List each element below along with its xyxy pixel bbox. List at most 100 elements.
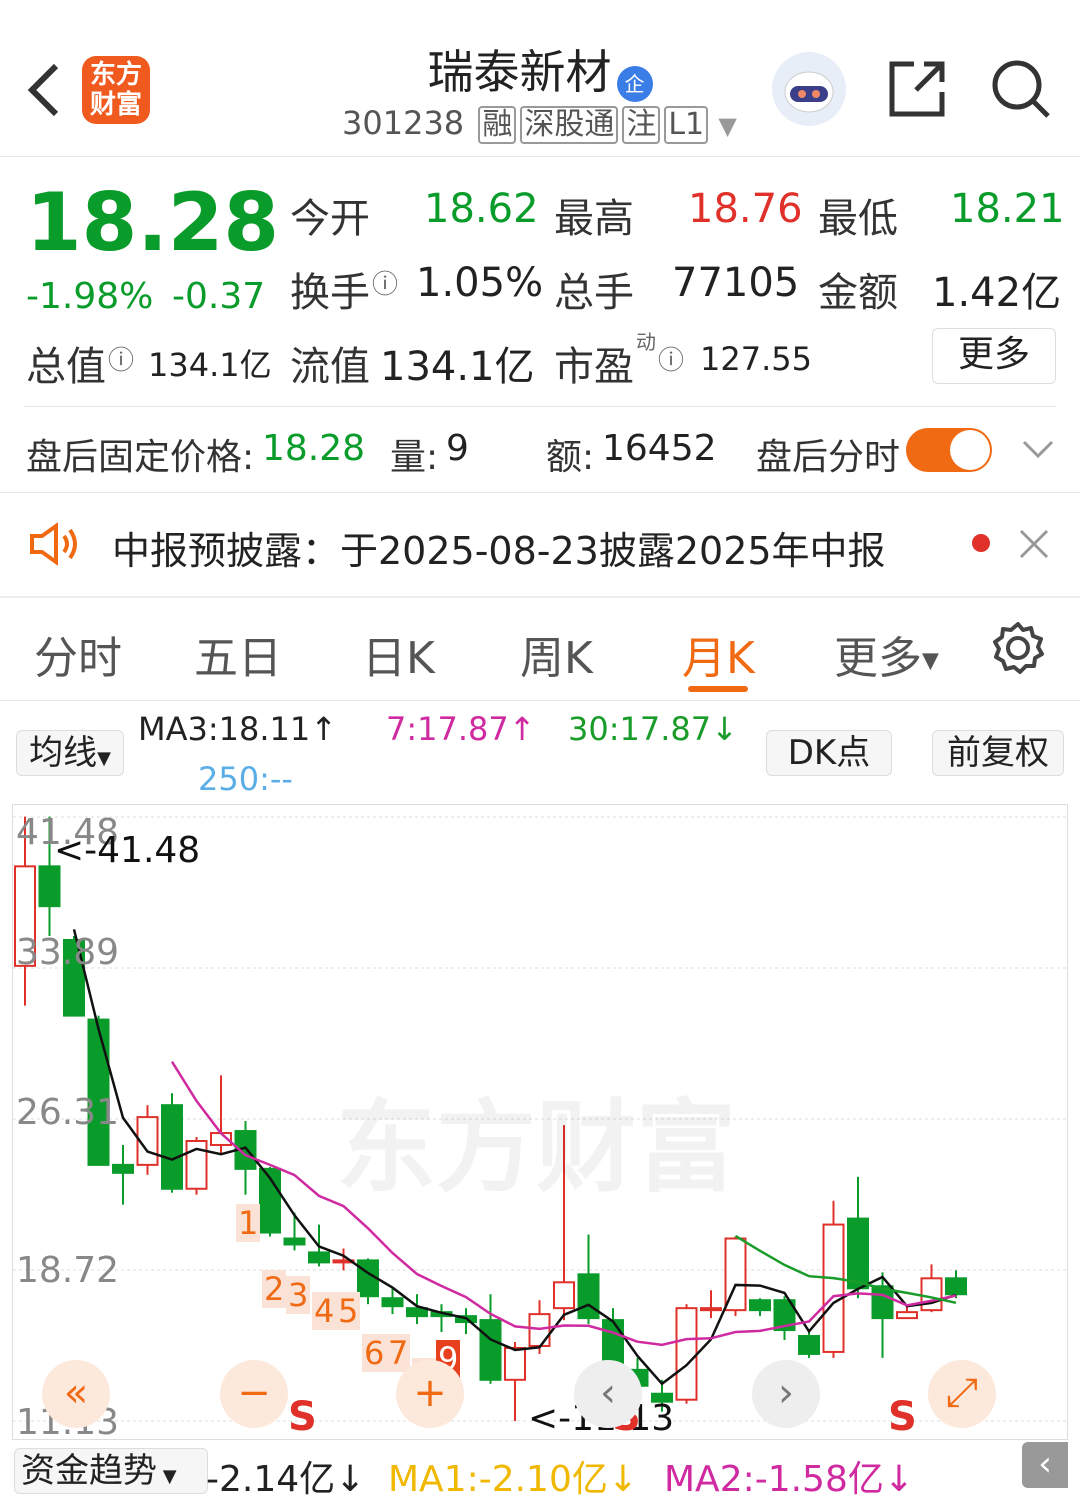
pe-label: 市盈: [554, 344, 634, 390]
search-icon[interactable]: [990, 58, 1052, 120]
candle: [112, 1144, 134, 1205]
turnover-label: 换手: [290, 270, 370, 316]
amount-value: 1.42亿: [932, 270, 1062, 316]
candle: [504, 1341, 526, 1421]
after-hours-price: 18.28: [262, 428, 366, 469]
candle: [724, 1236, 747, 1317]
fund-ma2: MA2:-1.58亿↓: [664, 1459, 915, 1500]
avg-line-selector[interactable]: 均线▼: [16, 730, 124, 776]
candle: [749, 1298, 771, 1317]
tag-margin: 融: [478, 106, 517, 144]
tab-weekly-k[interactable]: 周K: [520, 622, 593, 686]
gear-icon[interactable]: [990, 620, 1046, 676]
fund-ma1: MA1:-2.10亿↓: [388, 1459, 639, 1500]
fund-trend-value: -2.14亿↓: [206, 1459, 366, 1500]
tab-monthly-k[interactable]: 月K: [682, 622, 755, 686]
divider: [0, 596, 1080, 598]
dropdown-triangle-icon: ▼: [718, 112, 737, 140]
candle: [700, 1290, 722, 1319]
candle: [798, 1332, 820, 1358]
candle: [283, 1212, 306, 1251]
info-icon[interactable]: ⓘ: [108, 340, 134, 377]
expand-icon[interactable]: ⤢: [928, 1360, 996, 1428]
divider: [0, 700, 1080, 701]
stock-name: 瑞泰新材: [427, 45, 612, 99]
open-label: 今开: [290, 196, 370, 242]
high-value: 18.76: [688, 186, 803, 232]
chevron-right-icon[interactable]: ›: [752, 1360, 820, 1428]
enterprise-badge: 企: [616, 65, 653, 102]
high-label: 最高: [554, 196, 634, 242]
candle: [185, 1137, 208, 1195]
share-icon[interactable]: [886, 58, 948, 120]
chevron-left-icon[interactable]: ‹: [574, 1360, 642, 1428]
sell-signal: S: [288, 1394, 317, 1440]
after-hours-amt-label: 额:: [546, 437, 595, 478]
speaker-icon: [28, 522, 84, 566]
mktcap-label: 总值: [26, 344, 106, 390]
signal-badge: 2: [262, 1270, 287, 1308]
tag-connect: 深股通: [520, 106, 619, 144]
float-value: 134.1亿: [380, 344, 535, 390]
turnover-value: 1.05%: [416, 260, 544, 306]
low-label: 最低: [818, 196, 898, 242]
tab-more[interactable]: 更多▼: [834, 622, 939, 686]
ma7-value: 7:17.87↑: [386, 710, 536, 748]
candle: [945, 1270, 967, 1299]
pe-value: 127.55: [700, 340, 812, 378]
signal-badge: 1: [236, 1204, 261, 1242]
stock-code: 301238: [342, 104, 465, 142]
adjust-button[interactable]: 前复权: [932, 730, 1064, 776]
ma250-value: 250:--: [198, 760, 293, 798]
collapse-panel-icon[interactable]: ‹: [1022, 1442, 1068, 1488]
y-tick-label: 18.72: [16, 1250, 120, 1291]
after-hours-vol: 9: [446, 428, 469, 469]
y-tick-label: 26.31: [16, 1092, 120, 1133]
notice-text[interactable]: 中报预披露：于2025-08-23披露2025年中报: [112, 520, 886, 575]
more-button[interactable]: 更多: [932, 328, 1056, 384]
ma30-value: 30:17.87↓: [568, 710, 738, 748]
change-value: -0.37: [172, 276, 266, 317]
fund-trend-selector[interactable]: 资金趋势 ▼: [14, 1448, 208, 1494]
ma3-value: MA3:18.11↑: [138, 710, 338, 748]
mktcap-value: 134.1亿: [148, 346, 272, 384]
y-tick-label: 33.89: [16, 932, 120, 973]
tag-registered: 注: [622, 106, 661, 144]
pe-superscript: 动: [636, 330, 656, 354]
candle: [210, 1075, 232, 1155]
volume-label: 总手: [554, 270, 634, 316]
dk-point-button[interactable]: DK点: [766, 730, 892, 776]
change-pct: -1.98%: [26, 276, 154, 317]
tab-daily-k[interactable]: 日K: [362, 622, 435, 686]
signal-badge: 4: [312, 1292, 337, 1330]
chevron-down-icon[interactable]: [1020, 436, 1056, 464]
signal-badge: 7: [386, 1334, 411, 1372]
unread-dot: [972, 534, 990, 552]
zoom-in-icon[interactable]: +: [396, 1360, 464, 1428]
current-price: 18.28: [26, 176, 280, 269]
close-icon[interactable]: [1018, 528, 1050, 560]
tab-intraday[interactable]: 分时: [34, 622, 122, 686]
rewind-icon[interactable]: «: [42, 1360, 110, 1428]
dropdown-triangle-icon: ▼: [157, 1466, 177, 1487]
after-hours-toggle-label: 盘后分时: [756, 437, 901, 478]
after-hours-toggle[interactable]: [906, 428, 992, 472]
candle: [455, 1308, 477, 1335]
dropdown-triangle-icon: ▼: [922, 648, 939, 674]
info-icon[interactable]: ⓘ: [658, 340, 684, 377]
robot-assistant-icon[interactable]: [772, 52, 846, 126]
candle: [357, 1258, 379, 1305]
signal-badge: 6: [362, 1334, 387, 1372]
info-icon[interactable]: ⓘ: [372, 264, 398, 301]
watermark: 东方财富: [336, 1089, 736, 1206]
tab-five-day[interactable]: 五日: [194, 622, 282, 686]
candle: [430, 1304, 453, 1333]
float-label: 流值: [290, 344, 370, 390]
zoom-out-icon[interactable]: −: [220, 1360, 288, 1428]
tag-level: L1: [664, 106, 709, 144]
divider: [0, 492, 1080, 493]
stock-code-row[interactable]: 301238 融深股通注 L1 ▼: [342, 104, 737, 144]
sell-signal: S: [888, 1394, 917, 1440]
low-value: 18.21: [950, 186, 1065, 232]
divider: [24, 406, 1056, 407]
